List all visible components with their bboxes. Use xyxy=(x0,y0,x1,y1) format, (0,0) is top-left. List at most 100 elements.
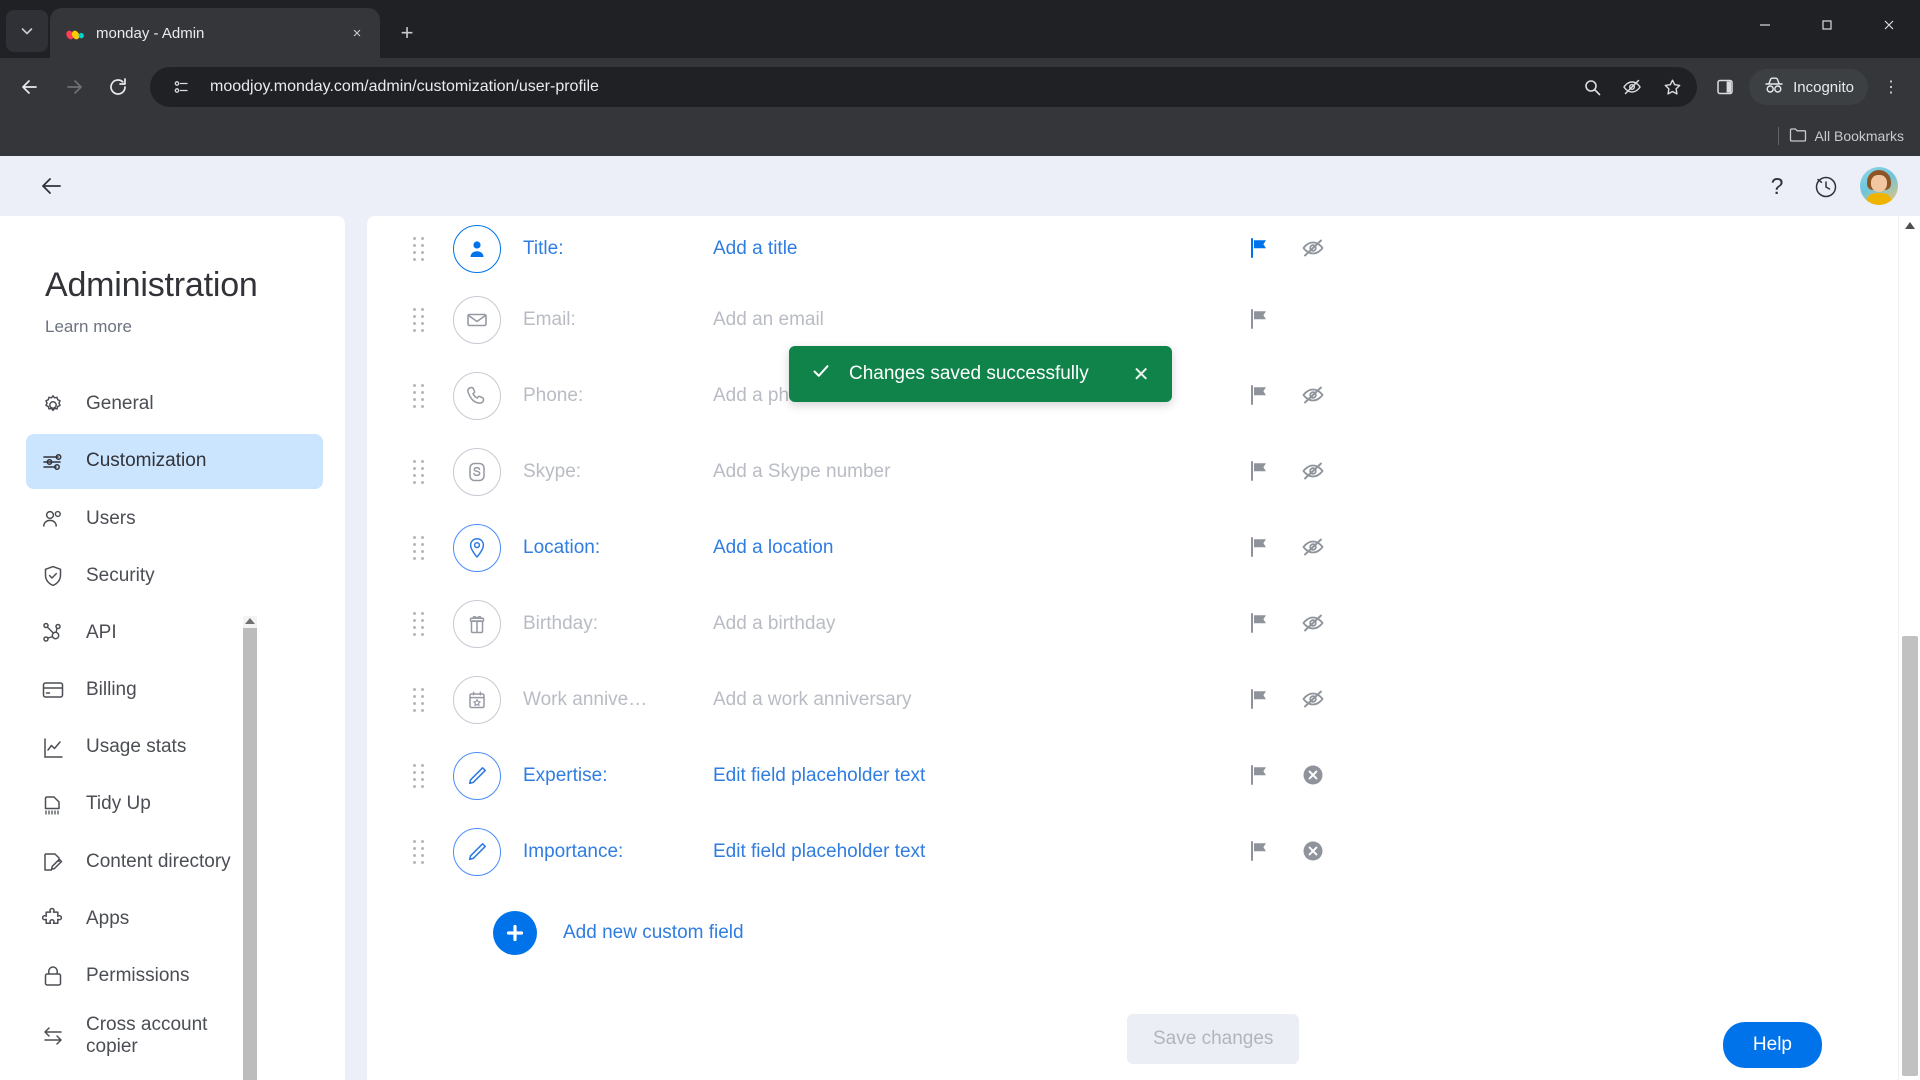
save-changes-button[interactable]: Save changes xyxy=(1127,1014,1300,1064)
tracking-protection-icon[interactable] xyxy=(1615,70,1649,104)
eye-off-icon[interactable] xyxy=(1301,687,1327,713)
flag-icon[interactable] xyxy=(1247,459,1273,485)
flag-icon[interactable] xyxy=(1247,687,1273,713)
table-row[interactable]: Work annive… Add a work anniversary xyxy=(407,662,1920,738)
reload-button[interactable] xyxy=(98,67,138,107)
eye-off-icon[interactable] xyxy=(1301,383,1327,409)
flag-icon[interactable] xyxy=(1247,307,1273,333)
plus-circle-icon[interactable] xyxy=(493,911,537,955)
drag-handle-icon[interactable] xyxy=(407,536,429,560)
app-topbar-actions: ? xyxy=(1762,156,1898,216)
drag-handle-icon[interactable] xyxy=(407,308,429,332)
table-row[interactable]: Skype: Add a Skype number xyxy=(407,434,1920,510)
add-new-custom-field-label[interactable]: Add new custom field xyxy=(563,922,744,944)
row-actions xyxy=(1247,383,1327,409)
table-row[interactable]: Title: Add a title xyxy=(407,216,1920,282)
field-value[interactable]: Add a work anniversary xyxy=(713,689,912,711)
page-scrollbar-thumb[interactable] xyxy=(1902,636,1918,1076)
sidebar-item-cross-account-copier[interactable]: Cross account copier xyxy=(26,1006,323,1067)
field-label: Importance: xyxy=(523,841,624,862)
calendar-star-icon xyxy=(453,676,501,724)
add-new-custom-field-row[interactable]: Add new custom field xyxy=(407,890,1920,976)
arrow-left-icon xyxy=(42,178,61,194)
eye-off-icon[interactable] xyxy=(1301,535,1327,561)
help-button[interactable]: Help xyxy=(1722,1022,1822,1068)
sidebar-item-usage-stats[interactable]: Usage stats xyxy=(26,720,323,775)
help-icon[interactable]: ? xyxy=(1762,171,1792,201)
window-close-button[interactable] xyxy=(1858,0,1920,50)
sidebar-item-content-directory[interactable]: Content directory xyxy=(26,834,323,889)
window-maximize-button[interactable] xyxy=(1796,0,1858,50)
rewind-icon[interactable] xyxy=(1812,172,1840,200)
eye-off-icon[interactable] xyxy=(1301,236,1327,262)
field-value[interactable]: Add a title xyxy=(713,238,798,260)
drag-handle-icon[interactable] xyxy=(407,840,429,864)
sidebar-item-security[interactable]: Security xyxy=(26,549,323,604)
sidebar-item-customization[interactable]: Customization xyxy=(26,434,323,490)
sidebar-item-general[interactable]: General xyxy=(26,377,323,432)
app-back-button[interactable] xyxy=(32,166,72,206)
page-info-icon[interactable] xyxy=(164,70,198,104)
all-bookmarks-button[interactable]: All Bookmarks xyxy=(1789,127,1904,145)
sidebar-item-permissions[interactable]: Permissions xyxy=(26,949,323,1004)
remove-circle-icon[interactable] xyxy=(1301,839,1327,865)
drag-handle-icon[interactable] xyxy=(407,237,429,261)
scroll-up-arrow-icon[interactable] xyxy=(245,618,255,624)
drag-handle-icon[interactable] xyxy=(407,460,429,484)
avatar[interactable] xyxy=(1860,167,1898,205)
flag-icon[interactable] xyxy=(1247,611,1273,637)
incognito-label: Incognito xyxy=(1793,78,1854,96)
sidebar-scrollbar[interactable] xyxy=(243,616,257,1080)
page-scrollbar[interactable] xyxy=(1898,216,1920,1080)
incognito-indicator[interactable]: Incognito xyxy=(1749,69,1868,105)
window-minimize-button[interactable] xyxy=(1734,0,1796,50)
sidebar-item-apps[interactable]: Apps xyxy=(26,892,323,947)
side-panel-icon[interactable] xyxy=(1705,67,1745,107)
drag-handle-icon[interactable] xyxy=(407,384,429,408)
forward-button[interactable] xyxy=(54,67,94,107)
flag-icon[interactable] xyxy=(1247,383,1273,409)
drag-handle-icon[interactable] xyxy=(407,612,429,636)
drag-handle-icon[interactable] xyxy=(407,688,429,712)
field-value[interactable]: Add a birthday xyxy=(713,613,836,635)
field-value[interactable]: Add an email xyxy=(713,309,824,331)
row-actions xyxy=(1247,307,1273,333)
sidebar-scrollbar-thumb[interactable] xyxy=(243,628,257,1080)
table-row[interactable]: Birthday: Add a birthday xyxy=(407,586,1920,662)
field-value[interactable]: Add a Skype number xyxy=(713,461,890,483)
table-row[interactable]: Expertise: Edit field placeholder text xyxy=(407,738,1920,814)
table-row[interactable]: Importance: Edit field placeholder text xyxy=(407,814,1920,890)
field-value[interactable]: Add a location xyxy=(713,537,833,559)
drag-handle-icon[interactable] xyxy=(407,764,429,788)
remove-circle-icon[interactable] xyxy=(1301,763,1327,789)
flag-icon[interactable] xyxy=(1247,535,1273,561)
flag-icon[interactable] xyxy=(1247,839,1273,865)
learn-more-link[interactable]: Learn more xyxy=(0,317,345,337)
sidebar-item-billing[interactable]: Billing xyxy=(26,663,323,718)
avatar-face xyxy=(1871,175,1887,192)
scroll-up-arrow-icon[interactable] xyxy=(1905,222,1915,229)
credit-card-icon xyxy=(40,677,66,703)
back-button[interactable] xyxy=(10,67,50,107)
sidebar-item-tidy-up[interactable]: Tidy Up xyxy=(26,777,323,832)
search-icon[interactable] xyxy=(1575,70,1609,104)
browser-tab[interactable]: monday - Admin × xyxy=(50,8,380,58)
tab-title: monday - Admin xyxy=(96,24,205,42)
toast-close-icon[interactable]: ✕ xyxy=(1133,362,1150,387)
table-row[interactable]: Location: Add a location xyxy=(407,510,1920,586)
eye-off-icon[interactable] xyxy=(1301,459,1327,485)
flag-icon[interactable] xyxy=(1247,236,1273,262)
tab-close-icon[interactable]: × xyxy=(346,22,368,44)
field-value[interactable]: Edit field placeholder text xyxy=(713,841,925,863)
flag-icon[interactable] xyxy=(1247,763,1273,789)
sidebar-item-api[interactable]: API xyxy=(26,606,323,661)
bookmark-star-icon[interactable] xyxy=(1655,70,1689,104)
sidebar-item-users[interactable]: Users xyxy=(26,491,323,546)
app-topbar: ? xyxy=(0,156,1920,216)
address-bar[interactable]: moodjoy.monday.com/admin/customization/u… xyxy=(150,67,1698,107)
field-value[interactable]: Edit field placeholder text xyxy=(713,765,925,787)
browser-menu-icon[interactable]: ⋮ xyxy=(1872,67,1910,107)
eye-off-icon[interactable] xyxy=(1301,611,1327,637)
new-tab-button[interactable]: + xyxy=(390,16,424,50)
tab-search-button[interactable] xyxy=(6,10,48,52)
